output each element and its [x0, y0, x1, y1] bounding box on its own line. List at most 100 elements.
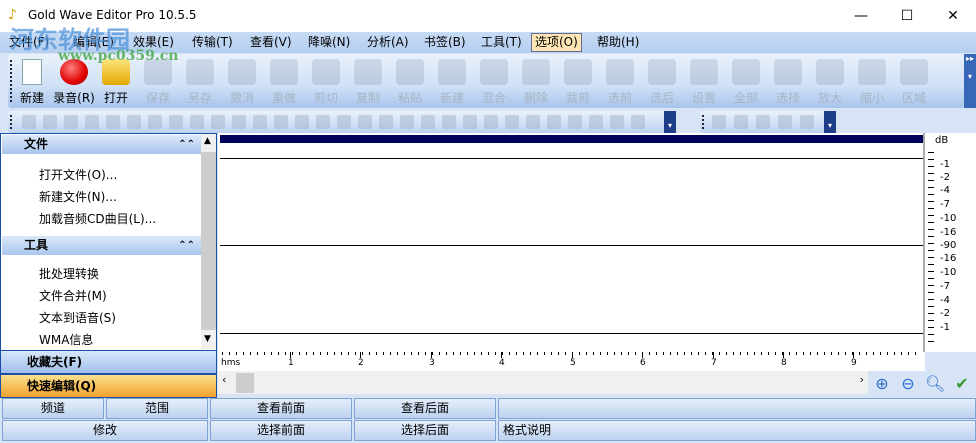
- waveform-overview-bar[interactable]: [220, 135, 923, 143]
- effect-icon[interactable]: [274, 115, 288, 129]
- effect-icon[interactable]: [568, 115, 582, 129]
- toolbar-button-21[interactable]: 区域: [893, 54, 935, 108]
- toolbar-button-9[interactable]: 粘贴: [389, 54, 431, 108]
- effects-toolbar-overflow[interactable]: ▾: [664, 111, 676, 133]
- view-before-button[interactable]: 查看前面: [210, 398, 352, 419]
- toolbar-button-16[interactable]: 设置: [683, 54, 725, 108]
- effect-icon[interactable]: [316, 115, 330, 129]
- toolbar-button-14[interactable]: 选前: [599, 54, 641, 108]
- toolbar-button-8[interactable]: 复制: [347, 54, 389, 108]
- menu-10[interactable]: 帮助(H): [594, 35, 642, 51]
- toolbar-overflow-button[interactable]: ▸▸ ▾: [964, 54, 976, 108]
- close-button[interactable]: ✕: [930, 0, 976, 32]
- effect-icon[interactable]: [547, 115, 561, 129]
- menu-3[interactable]: 传输(T): [189, 35, 236, 51]
- zoom-out-icon[interactable]: ⊖: [898, 374, 918, 394]
- waveform-area[interactable]: [218, 133, 925, 352]
- menu-8[interactable]: 工具(T): [478, 35, 525, 51]
- toolbar-grip[interactable]: [10, 115, 12, 129]
- toolbar-button-12[interactable]: 删除: [515, 54, 557, 108]
- effect-icon[interactable]: [148, 115, 162, 129]
- effect-icon[interactable]: [253, 115, 267, 129]
- transport-toolbar-overflow[interactable]: ▾: [824, 111, 836, 133]
- modify-button[interactable]: 修改: [2, 420, 208, 441]
- select-after-button[interactable]: 选择后面: [354, 420, 496, 441]
- empty-button[interactable]: [498, 398, 976, 419]
- menu-5[interactable]: 降噪(N): [305, 35, 353, 51]
- load-cd-link[interactable]: 加载音频CD曲目(L)...: [39, 210, 156, 227]
- menu-4[interactable]: 查看(V): [247, 35, 295, 51]
- stop-icon[interactable]: [756, 115, 770, 129]
- toolbar-button-11[interactable]: 混合: [473, 54, 515, 108]
- minimize-button[interactable]: —: [838, 0, 884, 32]
- toolbar-button-20[interactable]: 缩小: [851, 54, 893, 108]
- play-icon[interactable]: [712, 115, 726, 129]
- toolbar-button-18[interactable]: 选择: [767, 54, 809, 108]
- favorites-panel-button[interactable]: 收藏夫(F): [0, 350, 217, 374]
- batch-convert-link[interactable]: 批处理转换: [39, 265, 99, 282]
- new-file-link[interactable]: 新建文件(N)...: [39, 188, 117, 205]
- play-selection-icon[interactable]: [778, 115, 792, 129]
- toolbar-button-0[interactable]: 新建: [11, 54, 53, 108]
- effect-icon[interactable]: [232, 115, 246, 129]
- toolbar-button-17[interactable]: 全部: [725, 54, 767, 108]
- loop-icon[interactable]: [800, 115, 814, 129]
- toolbar-button-4[interactable]: 另存: [179, 54, 221, 108]
- effect-icon[interactable]: [526, 115, 540, 129]
- open-file-link[interactable]: 打开文件(O)...: [39, 166, 117, 183]
- effect-icon[interactable]: [295, 115, 309, 129]
- toolbar-button-7[interactable]: 剪切: [305, 54, 347, 108]
- effect-icon[interactable]: [211, 115, 225, 129]
- toolbar-button-15[interactable]: 选后: [641, 54, 683, 108]
- toolbar-button-5[interactable]: 撤消: [221, 54, 263, 108]
- effect-icon[interactable]: [505, 115, 519, 129]
- text-to-speech-link[interactable]: 文本到语音(S): [39, 309, 116, 326]
- effect-icon[interactable]: [169, 115, 183, 129]
- toolbar-button-10[interactable]: 新建: [431, 54, 473, 108]
- effect-icon[interactable]: [484, 115, 498, 129]
- effect-icon[interactable]: [85, 115, 99, 129]
- wma-info-link[interactable]: WMA信息: [39, 331, 93, 348]
- scrollbar-thumb[interactable]: [201, 152, 216, 330]
- toolbar-grip[interactable]: [702, 115, 704, 129]
- toolbar-button-19[interactable]: 放大: [809, 54, 851, 108]
- file-merge-link[interactable]: 文件合并(M): [39, 287, 107, 304]
- effect-icon[interactable]: [22, 115, 36, 129]
- effect-icon[interactable]: [379, 115, 393, 129]
- file-section-header[interactable]: 文件 ⌃⌃: [2, 135, 201, 154]
- effect-icon[interactable]: [400, 115, 414, 129]
- pause-icon[interactable]: [734, 115, 748, 129]
- maximize-button[interactable]: ☐: [884, 0, 930, 32]
- effect-icon[interactable]: [589, 115, 603, 129]
- effect-icon[interactable]: [421, 115, 435, 129]
- quick-edit-panel-button[interactable]: 快速编辑(Q): [0, 374, 217, 398]
- range-button[interactable]: 范围: [106, 398, 208, 419]
- effect-icon[interactable]: [358, 115, 372, 129]
- effect-icon[interactable]: [631, 115, 645, 129]
- zoom-fit-icon[interactable]: 🔍︎: [925, 374, 945, 394]
- menu-6[interactable]: 分析(A): [364, 35, 412, 51]
- scrollbar-thumb[interactable]: [236, 383, 254, 393]
- channel-button[interactable]: 频道: [2, 398, 104, 419]
- effect-icon[interactable]: [106, 115, 120, 129]
- format-info-button[interactable]: 格式说明: [498, 420, 976, 441]
- zoom-in-icon[interactable]: ⊕: [872, 374, 892, 394]
- effect-icon[interactable]: [337, 115, 351, 129]
- select-before-button[interactable]: 选择前面: [210, 420, 352, 441]
- effect-icon[interactable]: [463, 115, 477, 129]
- confirm-check-icon[interactable]: ✔: [952, 374, 972, 394]
- effect-icon[interactable]: [442, 115, 456, 129]
- menu-9[interactable]: 选项(O): [531, 33, 582, 52]
- collapse-icon[interactable]: ⌃⌃: [178, 135, 195, 154]
- zoom-scrollbar[interactable]: [218, 383, 868, 394]
- effect-icon[interactable]: [127, 115, 141, 129]
- toolbar-button-6[interactable]: 重做: [263, 54, 305, 108]
- effect-icon[interactable]: [64, 115, 78, 129]
- menu-7[interactable]: 书签(B): [421, 35, 469, 51]
- effect-icon[interactable]: [610, 115, 624, 129]
- view-after-button[interactable]: 查看后面: [354, 398, 496, 419]
- collapse-icon[interactable]: ⌃⌃: [178, 236, 195, 255]
- toolbar-button-13[interactable]: 裁剪: [557, 54, 599, 108]
- effect-icon[interactable]: [43, 115, 57, 129]
- tools-section-header[interactable]: 工具 ⌃⌃: [2, 236, 201, 255]
